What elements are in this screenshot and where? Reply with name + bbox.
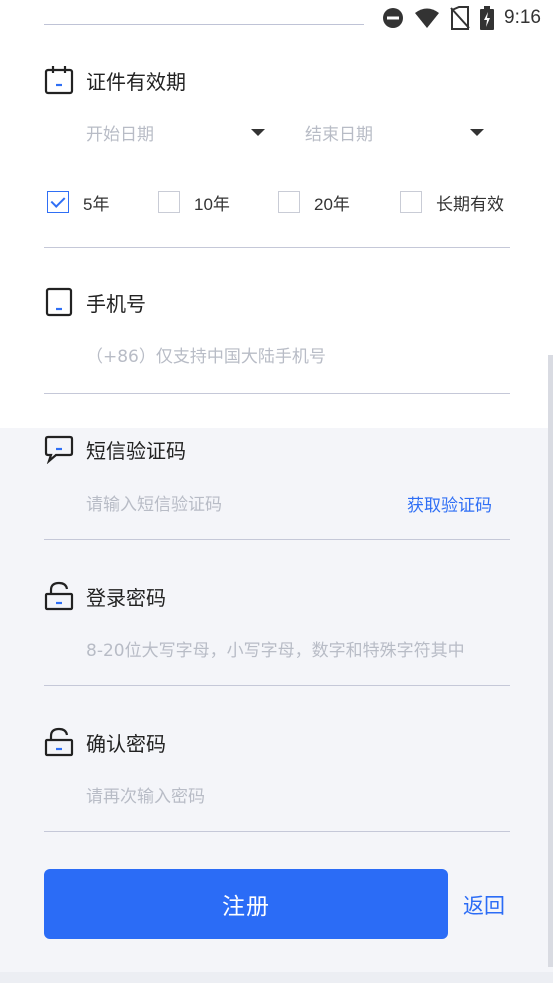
option-long-term[interactable]: 长期有效 [400,188,504,216]
checkbox-long-term[interactable] [400,191,422,213]
phone-placeholder: （+86）仅支持中国大陆手机号 [86,347,326,367]
confirm-title: 确认密码 [86,731,166,756]
option-10-years[interactable]: 10年 [158,188,230,216]
option-label: 5年 [83,194,110,214]
lock-icon [44,727,74,757]
password-divider [44,685,510,686]
confirm-placeholder: 请再次输入密码 [86,787,205,807]
start-date-placeholder: 开始日期 [86,125,154,145]
phone-input[interactable]: （+86）仅支持中国大陆手机号 [86,342,506,367]
sms-title: 短信验证码 [86,438,186,463]
phone-divider [44,393,510,394]
scrollbar[interactable] [548,355,553,967]
option-label: 20年 [314,194,350,214]
checkbox-20-years[interactable] [278,191,300,213]
status-bar: 9:16 [0,0,553,38]
option-label: 10年 [194,194,230,214]
lock-icon [44,581,74,611]
sms-divider [44,539,510,540]
back-link[interactable]: 返回 [463,890,505,920]
message-icon [44,435,74,464]
sms-placeholder: 请输入短信验证码 [86,495,222,515]
validity-divider [44,247,510,248]
confirm-divider [44,831,510,832]
phone-icon [45,287,73,317]
status-time: 9:16 [504,7,541,28]
start-date-caret-icon[interactable] [251,129,265,136]
end-date-caret-icon[interactable] [470,129,484,136]
validity-title: 证件有效期 [86,69,186,94]
start-date-select[interactable]: 开始日期 [86,120,154,145]
option-20-years[interactable]: 20年 [278,188,350,216]
wifi-icon [415,8,440,28]
calendar-icon [44,66,74,95]
no-sim-icon [450,6,470,30]
confirm-input[interactable]: 请再次输入密码 [86,782,492,807]
validity-section: 证件有效期 [44,64,510,96]
validity-options: 5年 10年 20年 长期有效 [47,188,513,216]
bottom-strip [0,972,553,983]
password-input[interactable]: 8-20位大写字母，小写字母，数字和特殊字符其中 [86,636,492,661]
confirm-section: 确认密码 [44,726,510,758]
password-section: 登录密码 [44,580,510,612]
battery-charging-icon [480,6,495,30]
end-date-placeholder: 结束日期 [305,125,373,145]
password-placeholder: 8-20位大写字母，小写字母，数字和特殊字符其中 [86,641,465,661]
register-button[interactable]: 注册 [44,869,448,939]
sms-input[interactable]: 请输入短信验证码 [86,490,386,515]
sms-section: 短信验证码 [44,433,510,465]
get-code-button[interactable]: 获取验证码 [407,491,492,516]
end-date-select[interactable]: 结束日期 [305,120,373,145]
option-label: 长期有效 [436,194,504,214]
checkbox-10-years[interactable] [158,191,180,213]
do-not-disturb-icon [383,8,404,28]
phone-section: 手机号 [44,286,510,318]
phone-title: 手机号 [86,291,146,316]
password-title: 登录密码 [86,585,166,610]
checkbox-5-years[interactable] [47,191,69,213]
option-5-years[interactable]: 5年 [47,188,109,216]
